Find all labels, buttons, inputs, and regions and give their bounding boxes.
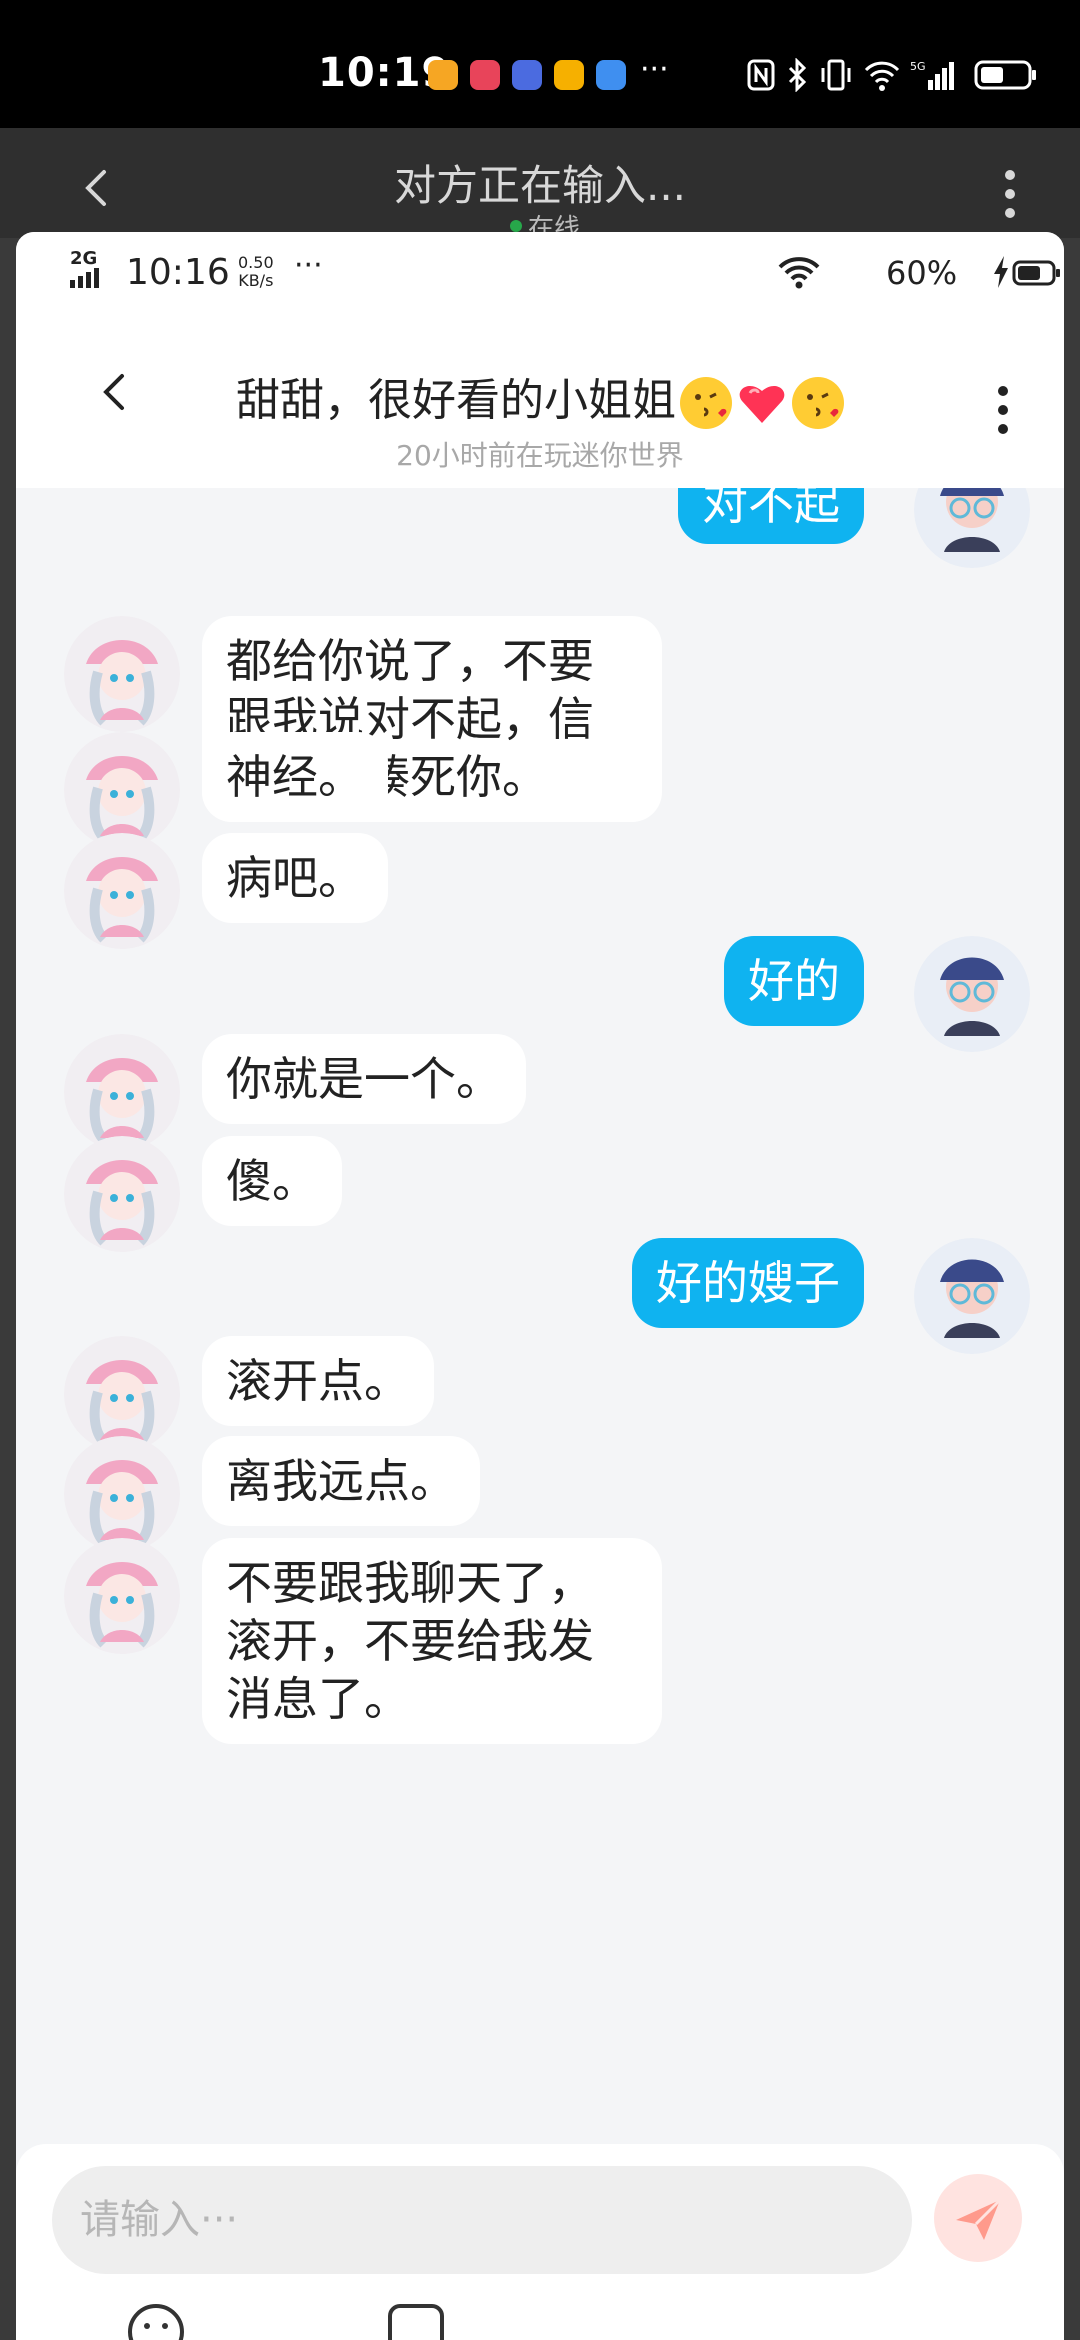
message-input[interactable] [52,2166,912,2274]
last-seen-status: 20小时前在玩迷你世界 [396,439,684,472]
contact-avatar[interactable] [64,1034,180,1150]
inner-status-time: 10:16 [126,252,230,293]
self-avatar[interactable] [914,936,1030,1052]
typing-status-title: 对方正在输入... [393,161,687,210]
wifi-icon [778,257,820,289]
contact-avatar[interactable] [64,732,180,848]
speed-value: 0.50 [238,253,274,272]
music-app-icon [512,60,542,90]
signal-icon [70,268,99,288]
sent-message-bubble[interactable]: 好的 [724,936,864,1026]
emoji-icon[interactable] [126,2302,186,2340]
more-options-icon[interactable] [1005,170,1015,227]
browser-app-icon [596,60,626,90]
self-avatar[interactable] [914,1238,1030,1354]
contact-avatar[interactable] [64,1136,180,1252]
contact-avatar[interactable] [64,833,180,949]
contact-avatar[interactable] [64,616,180,732]
vibrate-icon [821,59,851,91]
message-composer [16,2144,1064,2340]
network-indicator: 2G [70,250,110,288]
kiss-emoji-icon [680,377,732,429]
app-notification-icon [470,60,500,90]
chat-screenshot: 2G 10:16 0.50 KB/s ··· 60% 甜甜，很好看的小姐姐 20… [16,232,1064,2340]
contact-name: 甜甜，很好看的小姐姐 [236,375,676,426]
received-message-bubble[interactable]: 不要跟我聊天了，滚开，不要给我发消息了。 [202,1538,662,1744]
received-message-bubble[interactable]: 病吧。 [202,833,388,923]
network-speed: 0.50 KB/s [238,254,274,290]
received-message-bubble[interactable]: 离我远点。 [202,1436,480,1526]
chat-header: 甜甜，很好看的小姐姐 20小时前在玩迷你世界 [16,312,1064,488]
received-message-bubble[interactable]: 傻。 [202,1136,342,1226]
svg-text:5G: 5G [910,60,926,73]
received-message-bubble[interactable]: 滚开点。 [202,1336,434,1426]
network-type: 2G [70,248,98,269]
contact-avatar[interactable] [64,1436,180,1552]
battery-icon [974,60,1036,90]
received-message-bubble[interactable]: 神经。 [202,732,388,822]
send-icon [956,2198,1002,2240]
heart-emoji-icon [739,385,785,423]
kiss-emoji-icon [792,377,844,429]
bluetooth-icon [788,58,807,92]
self-avatar[interactable] [914,488,1030,568]
more-notifications-icon: ··· [294,248,323,283]
inner-status-bar: 2G 10:16 0.50 KB/s ··· 60% [16,232,1064,312]
received-message-bubble[interactable]: 你就是一个。 [202,1034,526,1124]
app-notification-icon [554,60,584,90]
signal-5g-icon: 5G [910,60,954,90]
more-notifications-icon: ··· [640,52,669,87]
sent-message-bubble[interactable]: 好的嫂子 [632,1238,864,1328]
charging-icon [994,256,1008,288]
speed-unit: KB/s [238,271,274,290]
app-notification-icon [428,60,458,90]
sent-message-bubble[interactable]: 对不起 [678,488,864,544]
online-dot-icon [510,220,522,232]
contact-avatar[interactable] [64,1336,180,1452]
contact-avatar[interactable] [64,1538,180,1654]
nfc-icon [747,59,775,91]
chat-title: 甜甜，很好看的小姐姐 [16,364,1064,429]
send-button[interactable] [934,2174,1022,2262]
battery-percent: 60% [886,254,958,292]
image-icon[interactable] [386,2302,446,2340]
battery-icon [1012,260,1060,286]
outer-chat-header: 对方正在输入... 在线 [0,128,1080,244]
message-list[interactable]: 对不起 都给你说了，不要跟我说对不起，信不信我揍死你。 神经。 病吧。 好的 你… [16,488,1064,2048]
system-status-bar: 10:19 ··· 5G [0,0,1080,128]
wifi-icon [864,61,900,91]
more-options-icon[interactable] [998,386,1008,443]
